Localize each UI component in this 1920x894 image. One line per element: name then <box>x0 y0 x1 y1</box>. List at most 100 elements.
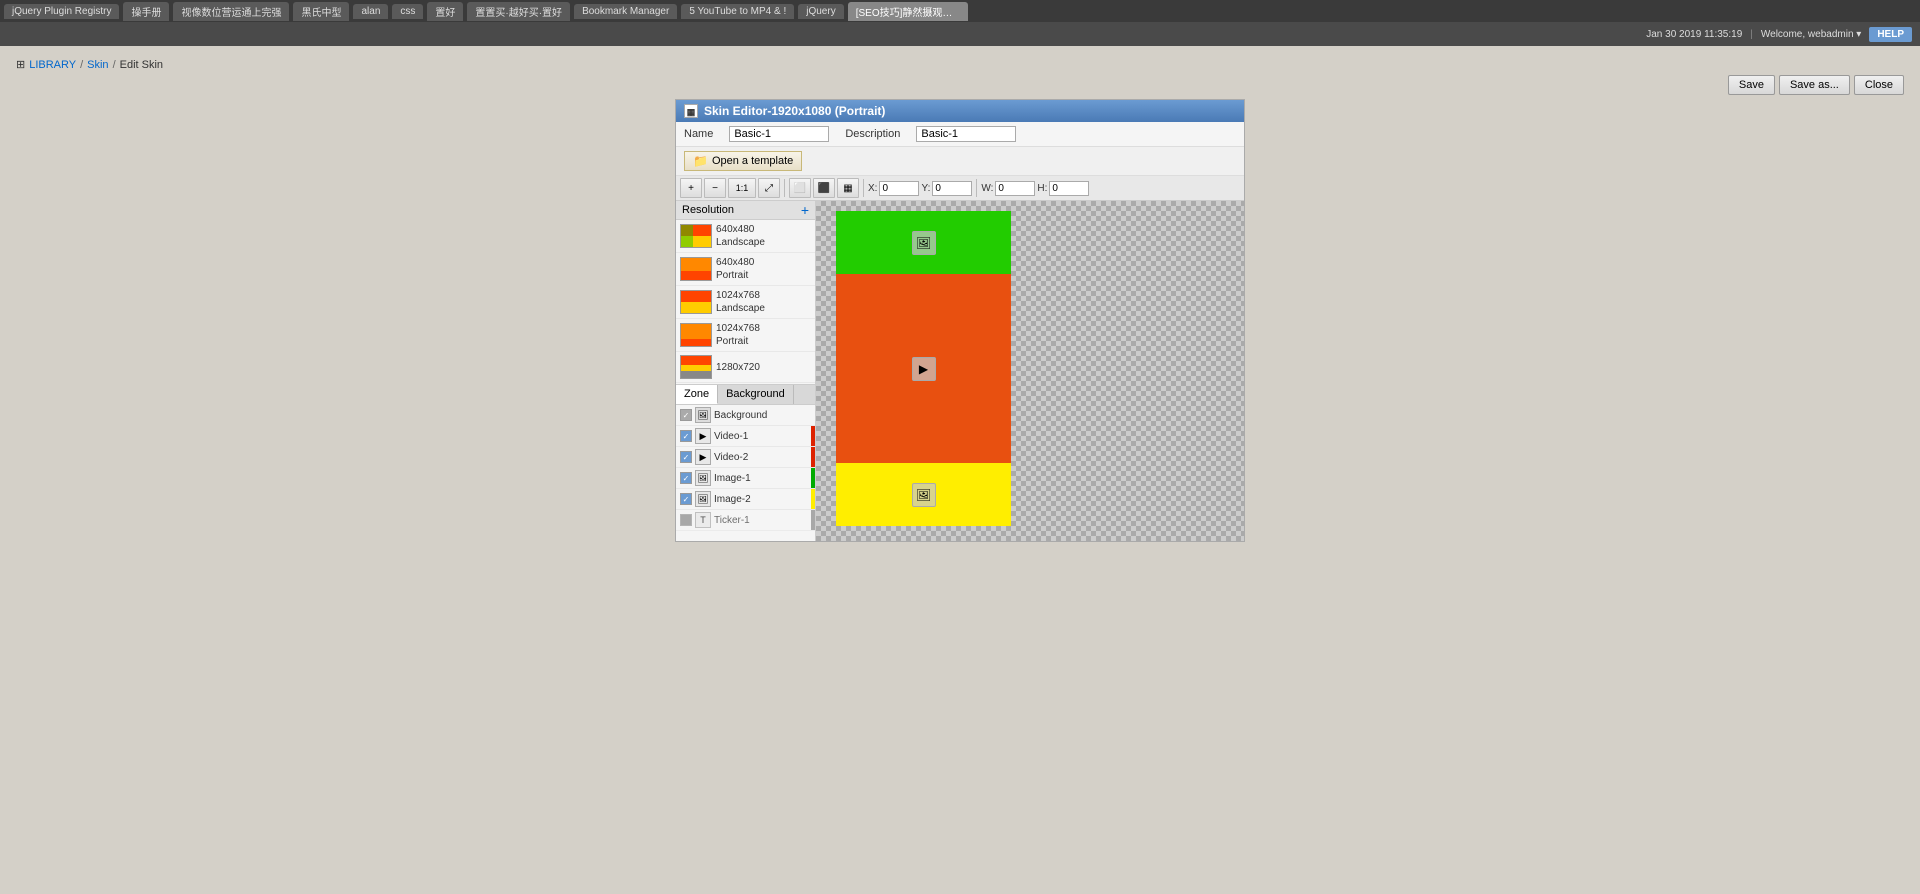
grid-button-2[interactable]: ⬛ <box>813 178 835 198</box>
tab-jquery-plugin[interactable]: jQuery Plugin Registry <box>4 4 119 19</box>
close-button[interactable]: Close <box>1854 75 1904 95</box>
layer-item-image1[interactable]: ✓ 🖼 Image-1 <box>676 468 815 489</box>
zone-green[interactable]: 🖼 <box>836 211 1011 274</box>
resolution-item-label: 1024x768Landscape <box>716 289 765 315</box>
breadcrumb-library[interactable]: LIBRARY <box>29 59 76 71</box>
resolution-item[interactable]: 640x480Landscape <box>676 220 815 253</box>
help-button[interactable]: HELP <box>1869 27 1912 42</box>
layer-name: Image-2 <box>714 494 811 505</box>
resolution-label: Resolution <box>682 204 734 216</box>
zone-tab[interactable]: Zone <box>676 385 718 404</box>
resolution-thumbnail <box>680 224 712 248</box>
editor-body: Resolution + 640x480Landscape <box>676 201 1244 541</box>
layer-check[interactable]: ✓ <box>680 472 692 484</box>
layer-item-background[interactable]: ✓ 🖼 Background <box>676 405 815 426</box>
breadcrumb-skin[interactable]: Skin <box>87 59 108 71</box>
resolution-item[interactable]: 1024x768Landscape <box>676 286 815 319</box>
h-label: H: <box>1037 183 1047 194</box>
browser-toolbar: jQuery Plugin Registry 操手册 视像数位营运通上完强 黑氏… <box>0 0 1920 22</box>
zoom-out-button[interactable]: − <box>704 178 726 198</box>
skin-canvas: 🖼 ▶ 🖼 <box>836 211 1011 526</box>
layer-check[interactable]: ✓ <box>680 493 692 505</box>
welcome-display: Welcome, webadmin ▾ <box>1761 29 1861 40</box>
resolution-add-button[interactable]: + <box>801 203 809 217</box>
nav-bar: Jan 30 2019 11:35:19 | Welcome, webadmin… <box>0 22 1920 46</box>
layer-check[interactable]: ✓ <box>680 430 692 442</box>
tab-jquery2[interactable]: jQuery <box>798 4 843 19</box>
name-desc-row: Name Description <box>676 122 1244 147</box>
datetime-display: Jan 30 2019 11:35:19 <box>1646 29 1742 40</box>
description-label: Description <box>845 128 900 140</box>
description-input[interactable] <box>916 126 1016 142</box>
tab-css[interactable]: css <box>392 4 423 19</box>
video-icon: ▶ <box>695 449 711 465</box>
resolution-thumbnail <box>680 257 712 281</box>
tab-bookmark[interactable]: Bookmark Manager <box>574 4 677 19</box>
layer-item-ticker1[interactable]: T Ticker-1 <box>676 510 815 531</box>
editor-toolbar: + − 1:1 ⤢ ⬜ ⬛ ▦ X: Y: W: H: <box>676 176 1244 201</box>
tab-manual[interactable]: 操手册 <box>123 2 169 21</box>
layer-check[interactable] <box>680 514 692 526</box>
resolution-item-label: 640x480Portrait <box>716 256 754 282</box>
zone-orange[interactable]: ▶ <box>836 274 1011 463</box>
tab-video[interactable]: 视像数位营运通上完强 <box>173 2 289 21</box>
save-as-button[interactable]: Save as... <box>1779 75 1850 95</box>
x-input[interactable] <box>879 181 919 196</box>
layer-name: Background <box>714 410 811 421</box>
canvas-area[interactable]: 🖼 ▶ 🖼 <box>816 201 1244 541</box>
tab-good[interactable]: 置好 <box>427 2 463 21</box>
resolution-thumbnail <box>680 290 712 314</box>
layer-color-bar <box>811 510 815 530</box>
main-content: ⊞ LIBRARY / Skin / Edit Skin Save Save a… <box>0 46 1920 550</box>
image-icon: 🖼 <box>695 470 711 486</box>
layer-color-bar <box>811 447 815 467</box>
save-button[interactable]: Save <box>1728 75 1775 95</box>
zoom-1-1-button[interactable]: 1:1 <box>728 178 756 198</box>
tab-youtube[interactable]: 5 YouTube to MP4 & ! <box>681 4 794 19</box>
tab-buy[interactable]: 置置买·越好买·置好 <box>467 2 570 21</box>
h-input[interactable] <box>1049 181 1089 196</box>
editor-panel: ▦ Skin Editor-1920x1080 (Portrait) Name … <box>675 99 1245 542</box>
tab-type[interactable]: 黑氏中型 <box>293 2 349 21</box>
layer-check[interactable]: ✓ <box>680 451 692 463</box>
resolution-item[interactable]: 640x480Portrait <box>676 253 815 286</box>
layer-color-bar <box>811 426 815 446</box>
layer-item-video1[interactable]: ✓ ▶ Video-1 <box>676 426 815 447</box>
layer-item-image2[interactable]: ✓ 🖼 Image-2 <box>676 489 815 510</box>
editor-title: Skin Editor-1920x1080 (Portrait) <box>704 104 885 118</box>
grid-button-1[interactable]: ⬜ <box>789 178 811 198</box>
toolbar-sep3 <box>976 179 977 197</box>
zone-yellow[interactable]: 🖼 <box>836 463 1011 526</box>
resolution-item-label: 640x480Landscape <box>716 223 765 249</box>
resolution-list[interactable]: 640x480Landscape 640x480Portrait <box>676 220 815 385</box>
layer-name: Video-2 <box>714 452 811 463</box>
editor-title-bar: ▦ Skin Editor-1920x1080 (Portrait) <box>676 100 1244 122</box>
left-panel: Resolution + 640x480Landscape <box>676 201 816 541</box>
resolution-item[interactable]: 1024x768Portrait <box>676 319 815 352</box>
resolution-item-label: 1280x720 <box>716 361 760 374</box>
breadcrumb-sep1: / <box>80 59 83 71</box>
name-input[interactable] <box>729 126 829 142</box>
breadcrumb-current: Edit Skin <box>120 59 163 71</box>
nav-separator: | <box>1750 29 1753 40</box>
layer-name: Image-1 <box>714 473 811 484</box>
open-template-button[interactable]: 📁 Open a template <box>684 151 802 171</box>
tab-seo[interactable]: [SEO技巧]静然摄观出行 <box>848 2 968 21</box>
layer-item-video2[interactable]: ✓ ▶ Video-2 <box>676 447 815 468</box>
template-bar: 📁 Open a template <box>676 147 1244 176</box>
resolution-item[interactable]: 1280x720 <box>676 352 815 383</box>
y-input[interactable] <box>932 181 972 196</box>
fit-button[interactable]: ⤢ <box>758 178 780 198</box>
layer-check[interactable]: ✓ <box>680 409 692 421</box>
grid-button-3[interactable]: ▦ <box>837 178 859 198</box>
open-template-label: Open a template <box>712 155 793 167</box>
resolution-item-label: 1024x768Portrait <box>716 322 760 348</box>
zoom-in-button[interactable]: + <box>680 178 702 198</box>
y-label: Y: <box>921 183 930 194</box>
w-label: W: <box>981 183 993 194</box>
layer-color-bar <box>811 489 815 509</box>
name-label: Name <box>684 128 713 140</box>
w-input[interactable] <box>995 181 1035 196</box>
background-tab[interactable]: Background <box>718 385 794 404</box>
tab-alan[interactable]: alan <box>353 4 388 19</box>
